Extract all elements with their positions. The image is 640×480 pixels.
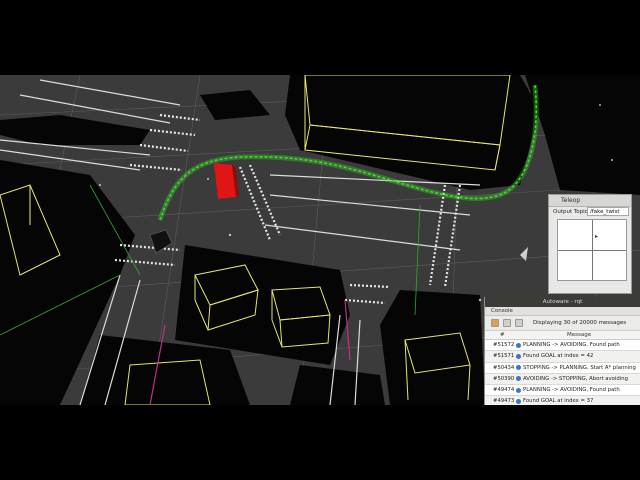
row-number: #50434 [493,364,515,371]
pad-horizontal-axis [558,250,626,251]
row-message: STOPPING -> PLANNING, Start A* planning [523,364,636,371]
letterbox-top [0,0,640,75]
info-icon [516,342,521,348]
window-title: Autoware - rqt [485,297,640,307]
console-title: Console [485,307,640,316]
row-message: AVOIDING -> STOPPING, Abort avoiding [523,375,628,382]
clear-button[interactable] [515,319,523,327]
table-row[interactable]: #50390 AVOIDING -> STOPPING, Abort avoid… [485,373,640,386]
info-icon [516,365,521,371]
row-number: #51571 [493,353,515,360]
info-icon [516,376,521,382]
row-number: #49473 [493,398,515,405]
row-message: PLANNING -> AVOIDING, Found path [523,387,620,394]
table-row[interactable]: #49473 Found GOAL at index = 37 [485,396,640,405]
row-message: Found GOAL at index = 37 [523,398,594,405]
pointer-cursor-icon: ▸ [595,233,599,240]
teleop-title: Teleop [549,195,631,207]
info-icon [516,398,521,404]
letterbox-bottom [0,405,640,480]
info-icon [516,353,521,359]
row-message: PLANNING -> AVOIDING, Found path [523,342,620,348]
display-count: Displaying 30 of 20000 messages [533,320,627,326]
message-table-header: # Message [485,331,640,340]
col-message-header[interactable]: Message [567,331,591,339]
save-button[interactable] [503,319,511,327]
pause-button[interactable] [491,319,499,327]
autoware-rqt-window: Autoware - rqt Console Displaying 30 of … [484,297,640,405]
console-toolbar: Displaying 30 of 20000 messages [485,316,640,331]
output-topic-label: Output Topic: [553,209,590,215]
output-topic-input[interactable]: /fake_twist [587,207,629,216]
teleop-joystick-pad[interactable]: ▸ [557,219,627,281]
table-row[interactable]: #51572 PLANNING -> AVOIDING, Found path [485,340,640,352]
col-number-header[interactable]: # [500,331,505,339]
info-icon [516,387,521,393]
row-number: #50390 [493,375,515,382]
message-list: #51572 PLANNING -> AVOIDING, Found path … [485,340,640,405]
table-row[interactable]: #49474 PLANNING -> AVOIDING, Found path [485,385,640,397]
row-number: #51572 [493,342,515,348]
table-row[interactable]: #51571 Found GOAL at index = 42 [485,351,640,363]
row-message: Found GOAL at index = 42 [523,353,594,360]
obstacle-vehicle-red [214,163,239,199]
row-number: #49474 [493,387,515,394]
table-row[interactable]: #50434 STOPPING -> PLANNING, Start A* pl… [485,362,640,374]
teleop-panel: Teleop Output Topic: /fake_twist ▸ [548,194,632,294]
